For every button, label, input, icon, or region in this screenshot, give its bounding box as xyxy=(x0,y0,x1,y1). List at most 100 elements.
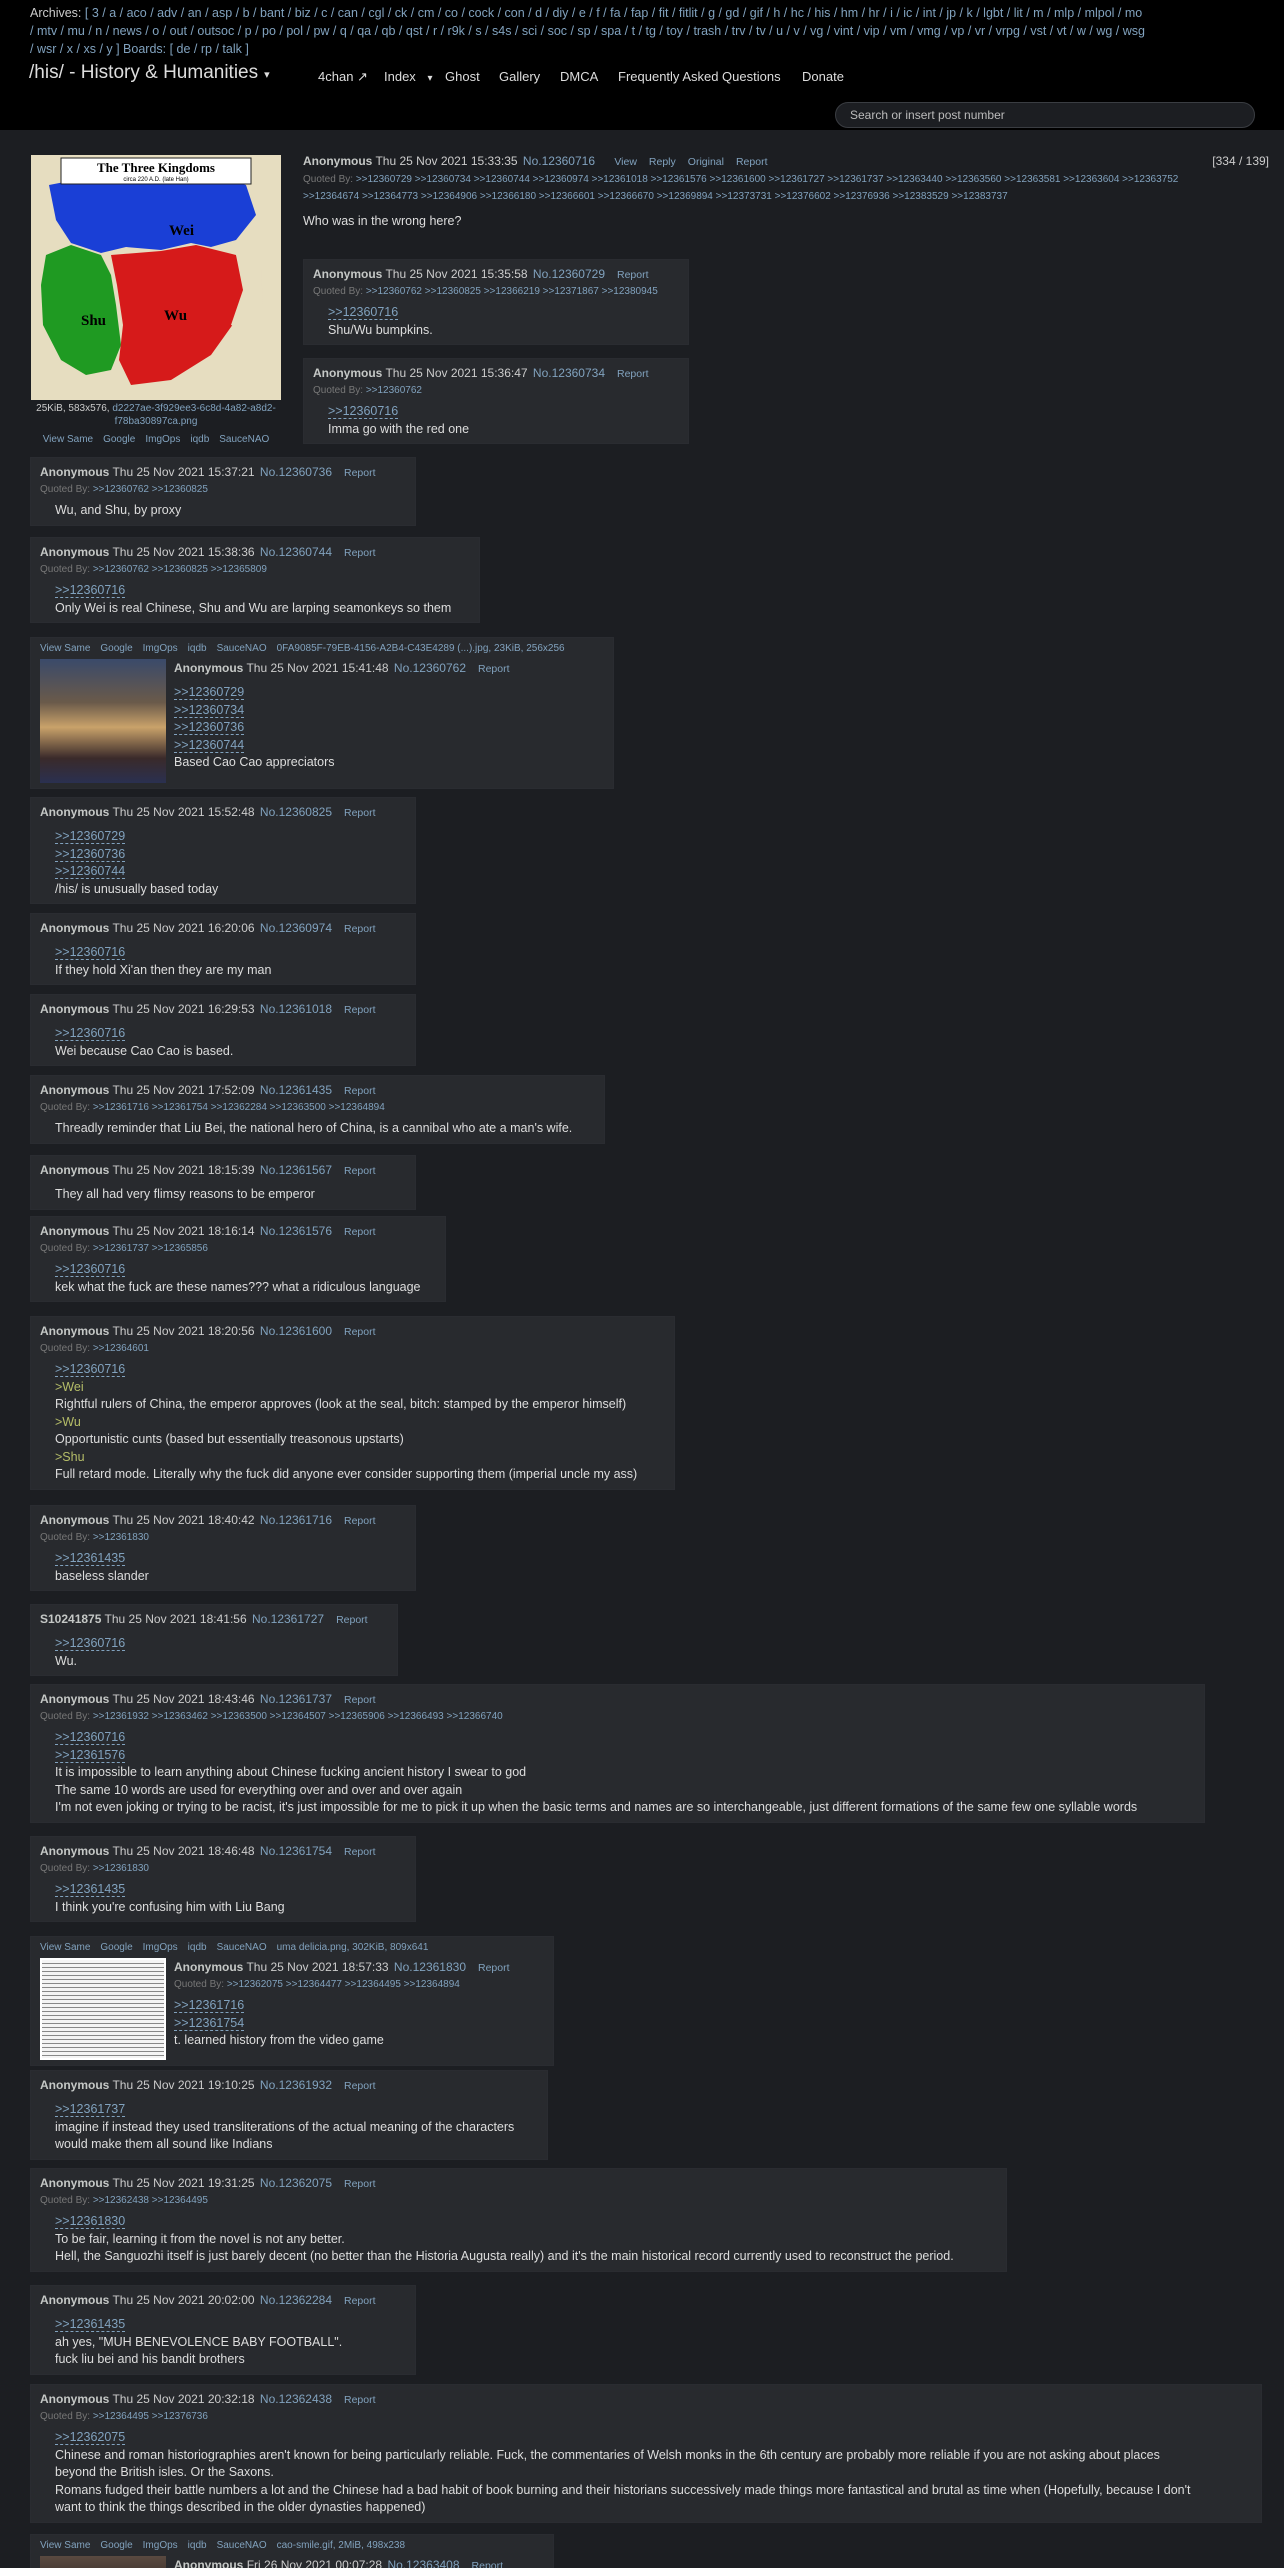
post-number[interactable]: No.12360744 xyxy=(260,545,332,559)
quote-link[interactable]: >>12360716 xyxy=(55,945,126,960)
report-button[interactable]: Report xyxy=(344,2178,376,2190)
nav-dmca[interactable]: DMCA xyxy=(560,69,598,84)
report-button[interactable]: Report xyxy=(344,923,376,935)
post-number[interactable]: No.12361754 xyxy=(260,1844,332,1858)
quote-link[interactable]: >>12360716 xyxy=(55,1026,126,1041)
op-action-report[interactable]: Report xyxy=(736,156,768,168)
post-number[interactable]: No.12361727 xyxy=(252,1612,324,1626)
nav-index[interactable]: Index ▾ xyxy=(384,69,432,84)
report-button[interactable]: Report xyxy=(344,807,376,819)
board-title[interactable]: /his/ - History & Humanities ▾ xyxy=(29,62,270,84)
nav-donate[interactable]: Donate xyxy=(802,69,844,84)
img-link-imgops[interactable]: ImgOps xyxy=(143,643,178,654)
post-number[interactable]: No.12361932 xyxy=(260,2078,332,2092)
op-action-reply[interactable]: Reply xyxy=(649,156,676,168)
post-number[interactable]: No.12360736 xyxy=(260,465,332,479)
img-link-google[interactable]: Google xyxy=(100,643,132,654)
img-link-saucenao[interactable]: SauceNAO xyxy=(217,2540,267,2551)
quote-link[interactable]: >>12361435 xyxy=(55,2317,126,2332)
quote-link[interactable]: >>12360736 xyxy=(55,847,126,862)
img-link-view-same[interactable]: View Same xyxy=(40,2540,90,2551)
post-number[interactable]: No.12361018 xyxy=(260,1002,332,1016)
op-img-link-iqdb[interactable]: iqdb xyxy=(190,434,209,445)
post-number[interactable]: No.12360729 xyxy=(533,267,605,281)
archives-links-1[interactable]: [ 3 / a / aco / adv / an / asp / b / ban… xyxy=(85,6,1142,20)
quote-link[interactable]: >>12361435 xyxy=(55,1551,126,1566)
img-link-saucenao[interactable]: SauceNAO xyxy=(217,1942,267,1953)
quoted-links[interactable]: >>12361932 >>12363462 >>12363500 >>12364… xyxy=(93,1711,503,1722)
quoted-links[interactable]: >>12361830 xyxy=(93,1532,149,1543)
report-button[interactable]: Report xyxy=(344,2394,376,2406)
img-link-iqdb[interactable]: iqdb xyxy=(188,643,207,654)
post-number[interactable]: No.12362438 xyxy=(260,2392,332,2406)
quoted-links[interactable]: >>12361737 >>12365856 xyxy=(93,1243,208,1254)
post-number[interactable]: No.12361435 xyxy=(260,1083,332,1097)
search-input[interactable]: Search or insert post number xyxy=(835,102,1255,128)
quote-link[interactable]: >>12360729 xyxy=(55,829,126,844)
report-button[interactable]: Report xyxy=(344,1165,376,1177)
archives-links-2[interactable]: / mtv / mu / n / news / o / out / outsoc… xyxy=(30,24,1145,38)
quote-link[interactable]: >>12361435 xyxy=(55,1882,126,1897)
archives-links-3[interactable]: / wsr / x / xs / y ] Boards: [ de / rp /… xyxy=(30,42,249,56)
report-button[interactable]: Report xyxy=(344,547,376,559)
post-number[interactable]: No.12360974 xyxy=(260,921,332,935)
nav-4chan[interactable]: 4chan ↗ xyxy=(318,69,368,85)
quoted-links[interactable]: >>12360762 >>12360825 >>12366219 >>12371… xyxy=(366,286,658,297)
report-button[interactable]: Report xyxy=(344,2295,376,2307)
report-button[interactable]: Report xyxy=(344,2080,376,2092)
file-details[interactable]: cao-smile.gif, 2MiB, 498x238 xyxy=(277,2540,405,2551)
report-button[interactable]: Report xyxy=(336,1614,368,1626)
op-action-original[interactable]: Original xyxy=(688,156,724,168)
quoted-links[interactable]: >>12361830 xyxy=(93,1863,149,1874)
file-details[interactable]: uma delicia.png, 302KiB, 809x641 xyxy=(277,1942,429,1953)
quote-link[interactable]: >>12361737 xyxy=(55,2102,126,2117)
quote-link[interactable]: >>12360736 xyxy=(174,720,245,735)
post-thumbnail[interactable] xyxy=(40,659,166,783)
post-number[interactable]: No.12362284 xyxy=(260,2293,332,2307)
img-link-iqdb[interactable]: iqdb xyxy=(188,2540,207,2551)
op-img-link-view-same[interactable]: View Same xyxy=(43,434,93,445)
quote-link[interactable]: >>12361716 xyxy=(174,1998,245,2013)
quote-link[interactable]: >>12360716 xyxy=(55,1262,126,1277)
quote-link[interactable]: >>12361830 xyxy=(55,2214,126,2229)
quoted-links[interactable]: >>12364495 >>12376736 xyxy=(93,2411,208,2422)
img-link-google[interactable]: Google xyxy=(100,1942,132,1953)
report-button[interactable]: Report xyxy=(344,1846,376,1858)
quote-link[interactable]: >>12360729 xyxy=(174,685,245,700)
quote-link[interactable]: >>12360744 xyxy=(55,864,126,879)
img-link-google[interactable]: Google xyxy=(100,2540,132,2551)
op-file-name[interactable]: d2227ae-3f929ee3-6c8d-4a82-a8d2-f78ba308… xyxy=(112,403,275,427)
quote-link[interactable]: >>12362075 xyxy=(55,2430,126,2445)
nav-faq[interactable]: Frequently Asked Questions xyxy=(618,69,781,84)
img-link-saucenao[interactable]: SauceNAO xyxy=(217,643,267,654)
post-number[interactable]: No.12360734 xyxy=(533,366,605,380)
quote-link[interactable]: >>12360734 xyxy=(174,703,245,718)
post-number[interactable]: No.12360825 xyxy=(260,805,332,819)
file-details[interactable]: 0FA9085F-79EB-4156-A2B4-C43E4289 (...).j… xyxy=(277,643,565,654)
op-img-link-imgops[interactable]: ImgOps xyxy=(145,434,180,445)
img-link-view-same[interactable]: View Same xyxy=(40,1942,90,1953)
quoted-links[interactable]: >>12361716 >>12361754 >>12362284 >>12363… xyxy=(93,1102,385,1113)
quoted-links[interactable]: >>12360762 >>12360825 >>12365809 xyxy=(93,564,267,575)
quote-link[interactable]: >>12360716 xyxy=(55,1362,126,1377)
op-img-link-google[interactable]: Google xyxy=(103,434,135,445)
op-img-link-saucenao[interactable]: SauceNAO xyxy=(219,434,269,445)
op-quoted-links-1[interactable]: >>12360729 >>12360734 >>12360744 >>12360… xyxy=(356,174,1179,185)
quote-link[interactable]: >>12361576 xyxy=(55,1748,126,1763)
quote-link[interactable]: >>12361754 xyxy=(174,2016,245,2031)
report-button[interactable]: Report xyxy=(344,1326,376,1338)
op-thumbnail[interactable]: The Three Kingdoms circa 220 A.D. (late … xyxy=(31,155,281,400)
quote-link[interactable]: >>12360716 xyxy=(55,1730,126,1745)
quote-link[interactable]: >>12360716 xyxy=(55,1636,126,1651)
post-number[interactable]: No.12362075 xyxy=(260,2176,332,2190)
op-post-number[interactable]: No.12360716 xyxy=(523,154,595,168)
quoted-links[interactable]: >>12362438 >>12364495 xyxy=(93,2195,208,2206)
post-thumbnail[interactable] xyxy=(40,2556,166,2568)
quoted-links[interactable]: >>12364601 xyxy=(93,1343,149,1354)
quoted-links[interactable]: >>12360762 >>12360825 xyxy=(93,484,208,495)
post-number[interactable]: No.12361716 xyxy=(260,1513,332,1527)
report-button[interactable]: Report xyxy=(344,1085,376,1097)
report-button[interactable]: Report xyxy=(617,368,649,380)
post-number[interactable]: No.12361576 xyxy=(260,1224,332,1238)
post-number[interactable]: No.12361830 xyxy=(394,1960,466,1974)
